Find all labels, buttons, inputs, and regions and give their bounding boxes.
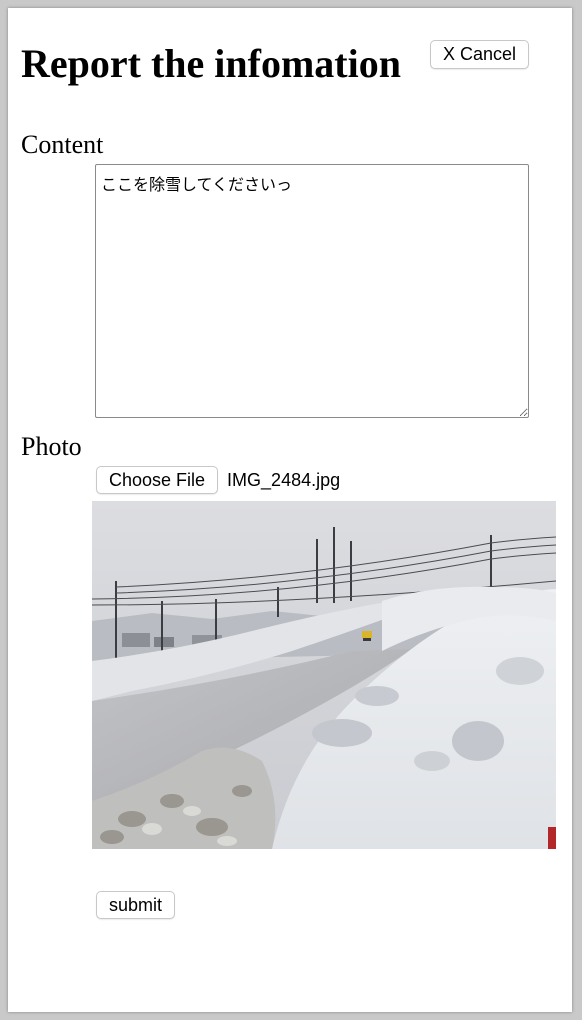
file-input[interactable]: Choose File IMG_2484.jpg xyxy=(96,466,340,494)
content-label: Content xyxy=(21,130,104,159)
choose-file-button[interactable]: Choose File xyxy=(96,466,219,494)
photo-preview xyxy=(92,501,556,849)
page-title: Report the infomation xyxy=(21,41,401,86)
browser-window: Report the infomation X Cancel Content こ… xyxy=(8,8,572,1012)
submit-button[interactable]: submit xyxy=(96,891,176,919)
content-textarea[interactable]: ここを除雪してくださいっ xyxy=(95,164,529,418)
selected-file-name: IMG_2484.jpg xyxy=(227,469,341,490)
cancel-button[interactable]: X Cancel xyxy=(430,40,530,69)
photo-label: Photo xyxy=(21,432,82,461)
